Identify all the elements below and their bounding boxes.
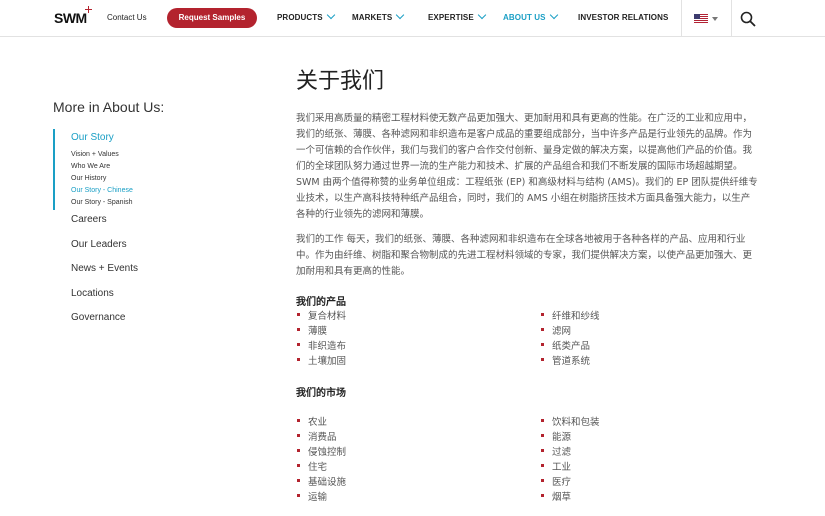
request-samples-button[interactable]: Request Samples bbox=[167, 8, 257, 28]
us-flag-icon[interactable] bbox=[694, 14, 708, 23]
chevron-down-icon bbox=[326, 10, 335, 20]
sidebar-sub-our-history[interactable]: Our History bbox=[71, 175, 106, 182]
logo-spark-icon bbox=[85, 6, 92, 13]
caret-down-icon[interactable] bbox=[712, 17, 718, 21]
sidebar-sub-our-story-spanish[interactable]: Our Story - Spanish bbox=[71, 199, 132, 206]
product-link[interactable]: 土壤加固 bbox=[296, 353, 346, 367]
market-link[interactable]: 侵蚀控制 bbox=[296, 444, 346, 458]
sidebar-item-governance[interactable]: Governance bbox=[71, 312, 125, 323]
market-link[interactable]: 过滤 bbox=[540, 444, 571, 458]
product-link[interactable]: 滤网 bbox=[540, 323, 571, 337]
market-link[interactable]: 住宅 bbox=[296, 459, 327, 473]
nav-markets[interactable]: MARKETS bbox=[352, 10, 405, 22]
sidebar-item-careers[interactable]: Careers bbox=[71, 214, 107, 225]
our-work-paragraph: 我们的工作 每天，我们的纸张、薄膜、各种滤网和非织造布在全球各地被用于各种各样的… bbox=[296, 234, 753, 277]
product-link[interactable]: 非织造布 bbox=[296, 338, 346, 352]
market-link[interactable]: 烟草 bbox=[540, 489, 571, 503]
sidebar-active-indicator bbox=[53, 129, 55, 210]
sidebar-title: More in About Us: bbox=[53, 99, 165, 115]
sidebar-item-locations[interactable]: Locations bbox=[71, 288, 114, 299]
nav-expertise[interactable]: EXPERTISE bbox=[428, 10, 487, 22]
nav-products[interactable]: PRODUCTS bbox=[277, 10, 335, 22]
nav-about-us[interactable]: ABOUT US bbox=[503, 10, 558, 22]
sidebar-sub-vision-values[interactable]: Vision + Values bbox=[71, 151, 119, 158]
nav-investor-relations[interactable]: INVESTOR RELATIONS bbox=[578, 13, 668, 22]
header-divider bbox=[731, 0, 732, 37]
chevron-down-icon bbox=[477, 10, 487, 20]
sidebar-sub-who-we-are[interactable]: Who We Are bbox=[71, 163, 110, 170]
market-link[interactable]: 农业 bbox=[296, 414, 327, 428]
nav-expertise-label: EXPERTISE bbox=[428, 13, 474, 22]
market-link[interactable]: 工业 bbox=[540, 459, 571, 473]
search-icon[interactable] bbox=[740, 11, 756, 27]
market-link[interactable]: 医疗 bbox=[540, 474, 571, 488]
products-heading: 我们的产品 bbox=[296, 297, 346, 308]
product-link[interactable]: 管道系统 bbox=[540, 353, 590, 367]
market-link[interactable]: 饮料和包装 bbox=[541, 414, 600, 428]
markets-heading: 我们的市场 bbox=[296, 388, 346, 399]
sidebar-item-our-story[interactable]: Our Story bbox=[71, 132, 114, 143]
product-link[interactable]: 复合材料 bbox=[296, 308, 346, 322]
market-link[interactable]: 消费品 bbox=[297, 429, 337, 443]
header-divider bbox=[681, 0, 682, 37]
chevron-down-icon bbox=[396, 10, 405, 20]
intro-paragraph: 我们采用高质量的精密工程材料使无数产品更加强大、更加耐用和具有更高的性能。在广泛… bbox=[296, 113, 758, 220]
nav-investor-relations-label: INVESTOR RELATIONS bbox=[578, 13, 669, 22]
swm-logo[interactable]: SWM bbox=[54, 6, 92, 27]
logo-text: SWM bbox=[54, 10, 87, 26]
product-link[interactable]: 薄膜 bbox=[296, 323, 327, 337]
site-header: SWM Contact Us Request Samples PRODUCTS … bbox=[0, 0, 825, 37]
nav-products-label: PRODUCTS bbox=[277, 13, 323, 22]
sidebar-item-news-events[interactable]: News + Events bbox=[71, 263, 138, 274]
page-title: 关于我们 bbox=[296, 69, 385, 94]
product-link[interactable]: 纤维和纱线 bbox=[541, 308, 600, 322]
contact-us-link[interactable]: Contact Us bbox=[107, 13, 147, 22]
sidebar-sub-our-story-chinese[interactable]: Our Story - Chinese bbox=[71, 187, 133, 194]
product-link[interactable]: 纸类产品 bbox=[540, 338, 590, 352]
market-link[interactable]: 能源 bbox=[540, 429, 571, 443]
nav-markets-label: MARKETS bbox=[352, 13, 393, 22]
sidebar-item-our-leaders[interactable]: Our Leaders bbox=[71, 239, 127, 250]
market-link[interactable]: 运输 bbox=[296, 489, 327, 503]
chevron-down-icon bbox=[549, 10, 558, 20]
nav-about-us-label: ABOUT US bbox=[503, 13, 546, 22]
market-link[interactable]: 基础设施 bbox=[296, 474, 346, 488]
